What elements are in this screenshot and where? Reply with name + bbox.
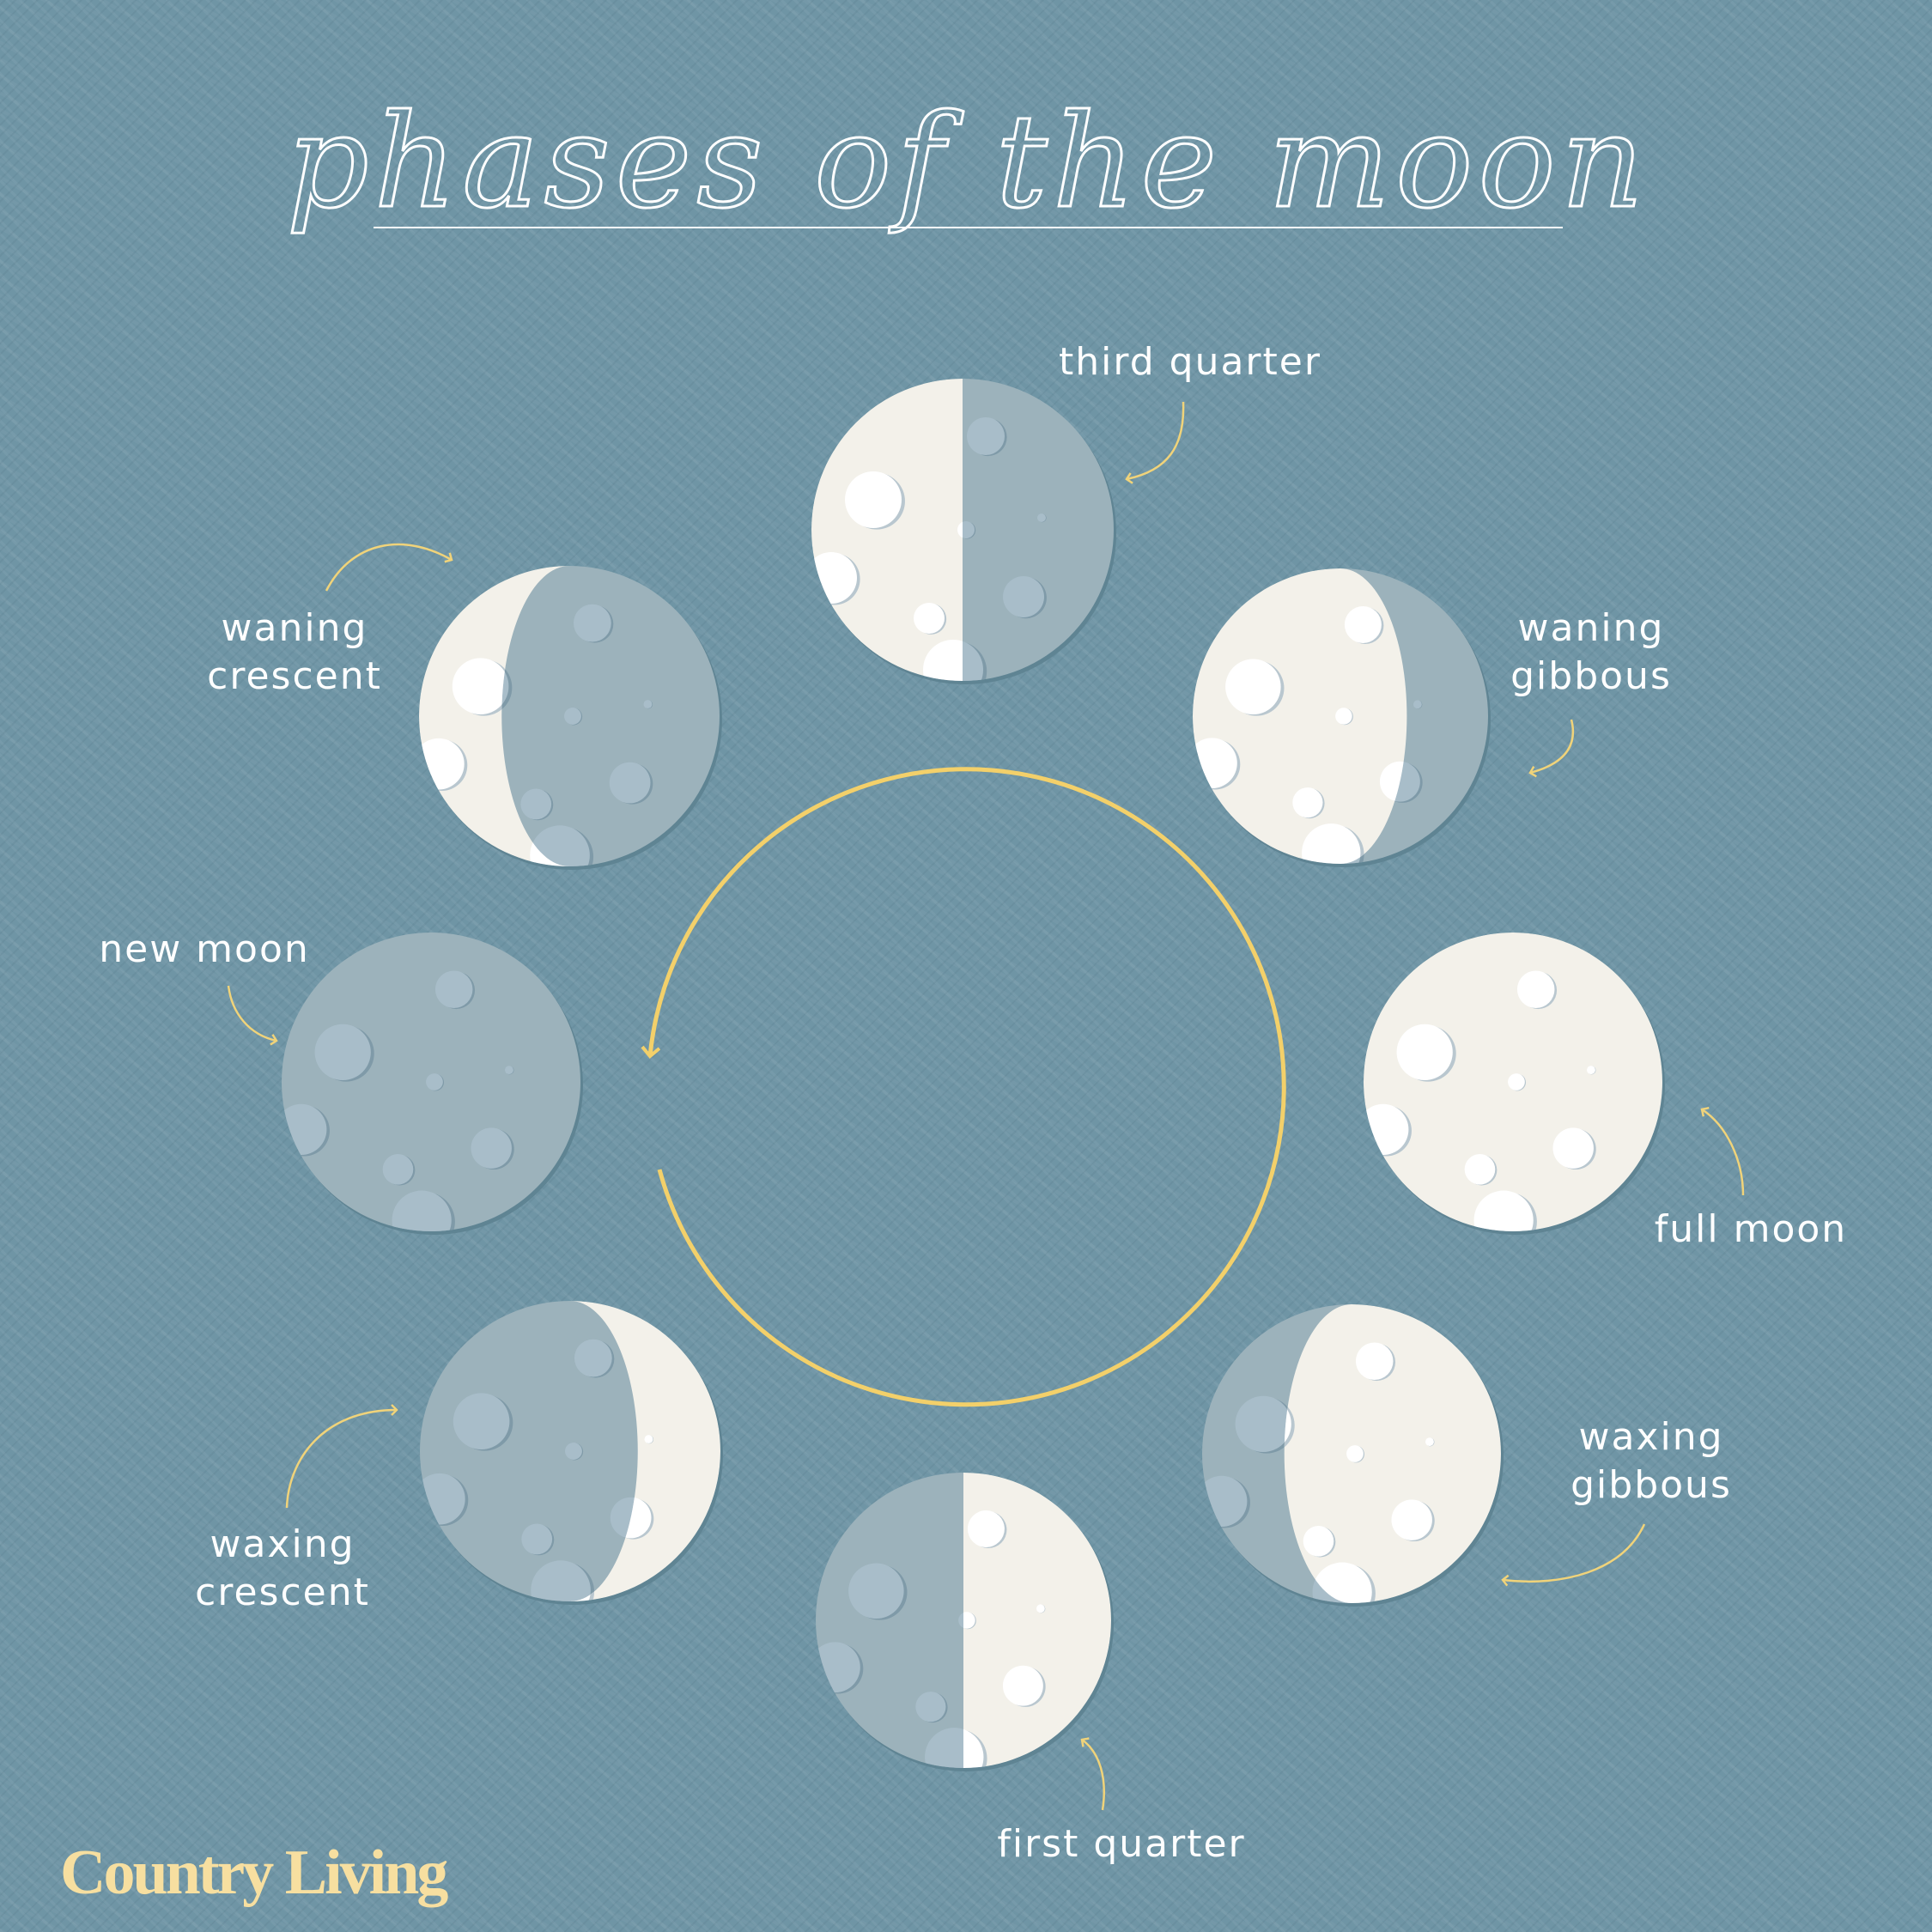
label-full-moon: full moon [1655, 1207, 1847, 1251]
moon-waning-crescent [419, 566, 722, 870]
crater [573, 604, 611, 642]
crater [565, 1443, 582, 1460]
crater [520, 788, 552, 820]
crater [643, 700, 653, 709]
crater [1003, 576, 1044, 617]
label-line: waning [1518, 606, 1665, 650]
crater [1391, 1499, 1432, 1540]
crater [915, 1692, 946, 1722]
crater [848, 1563, 904, 1619]
moon-waning-gibbous [1193, 568, 1491, 867]
pointer-arrow-waning-gibbous [1528, 719, 1574, 778]
crater [1002, 1665, 1043, 1706]
label-line: waxing [1578, 1415, 1723, 1459]
label-first-quarter: first quarter [997, 1822, 1245, 1866]
crater [471, 1127, 512, 1169]
label-line: waxing [210, 1522, 355, 1566]
crater [644, 1435, 653, 1444]
label-waxing-gibbous: waxing gibbous [1571, 1415, 1732, 1507]
crater [1516, 970, 1555, 1008]
crater [811, 552, 857, 604]
pointer-arrow-first-quarter [1080, 1737, 1105, 1811]
label-waning-gibbous: waning gibbous [1510, 606, 1672, 698]
crater [1235, 1395, 1291, 1453]
pointer-arrow-third-quarter [1125, 401, 1185, 484]
label-line: gibbous [1510, 654, 1672, 698]
label-line: waning [222, 606, 368, 650]
crater [1037, 513, 1046, 522]
label-line: crescent [195, 1571, 370, 1614]
label-waning-crescent: waning crescent [207, 606, 382, 698]
crater [1355, 1342, 1394, 1380]
crater [564, 708, 581, 725]
crater [1425, 1437, 1434, 1447]
crater [1036, 1604, 1045, 1613]
moon-waxing-gibbous [1202, 1304, 1504, 1607]
crater [426, 1073, 443, 1091]
crater [1413, 700, 1422, 709]
moon-waxing-crescent [420, 1301, 723, 1605]
pointer-arrow-full-moon [1700, 1106, 1745, 1196]
label-line: crescent [207, 654, 382, 698]
label-line: gibbous [1571, 1463, 1732, 1507]
crater [1396, 1024, 1453, 1081]
crater [1508, 1073, 1525, 1091]
label-waxing-crescent: waxing crescent [195, 1522, 370, 1614]
crater [1464, 1154, 1496, 1185]
crater [1193, 738, 1237, 789]
cycle-arrow-ring [641, 767, 1286, 1407]
crater [420, 1473, 465, 1525]
crater [282, 1103, 327, 1156]
moon-full-moon [1364, 933, 1665, 1235]
crater [816, 1642, 860, 1693]
crater [1292, 787, 1323, 818]
moon-lit-side [1364, 933, 1662, 1231]
crater [392, 1190, 452, 1231]
label-line: third quarter [1059, 340, 1321, 384]
crater [967, 1510, 1005, 1547]
moon-third-quarter [811, 379, 1116, 684]
infographic-canvas: phases of the moon third quarter waning gi… [0, 0, 1932, 1932]
crater [1346, 1445, 1364, 1462]
crater [434, 970, 473, 1008]
crater [1364, 1103, 1409, 1156]
pointer-arrow-new-moon [227, 985, 278, 1046]
crater [609, 762, 651, 804]
crater [1552, 1127, 1594, 1169]
crater [1225, 659, 1281, 715]
crater [1473, 1190, 1534, 1231]
crater [1303, 1526, 1334, 1557]
crater [1302, 823, 1361, 864]
pointer-arrow-waxing-crescent [285, 1404, 398, 1509]
crater [967, 417, 1005, 455]
crater [531, 1560, 591, 1601]
label-new-moon: new moon [99, 927, 310, 971]
pointer-arrow-waxing-gibbous [1501, 1523, 1646, 1587]
crater [521, 1523, 553, 1555]
pointer-arrow-waning-crescent [325, 543, 453, 592]
crater [452, 658, 509, 715]
crater [382, 1154, 414, 1185]
crater [505, 1066, 513, 1075]
page-title: phases of the moon [287, 88, 1649, 237]
moon-new-moon [282, 933, 583, 1235]
crater [419, 738, 465, 790]
label-line: new moon [99, 927, 310, 971]
moon-first-quarter [816, 1473, 1114, 1771]
crater [1335, 708, 1352, 725]
label-line: full moon [1655, 1207, 1847, 1251]
crater [314, 1024, 371, 1081]
crater [1587, 1066, 1595, 1075]
moon-phase-diagram: phases of the moon third quarterwaning gi… [60, 87, 1847, 1909]
country-living-logo: Country Living [60, 1838, 448, 1908]
label-third-quarter: third quarter [1059, 340, 1321, 384]
crater [845, 471, 902, 528]
crater [1344, 605, 1382, 643]
label-line: first quarter [997, 1822, 1245, 1866]
crater [453, 1393, 510, 1450]
crater [574, 1339, 612, 1377]
crater [1202, 1475, 1248, 1528]
crater [914, 603, 945, 634]
